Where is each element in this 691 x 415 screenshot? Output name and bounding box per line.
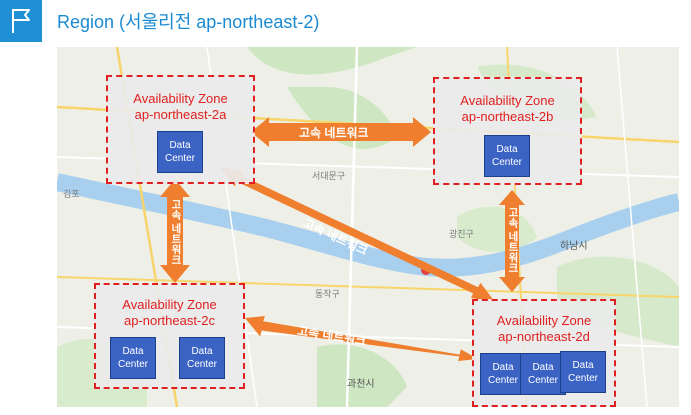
zone-title: Availability Zone bbox=[122, 297, 217, 312]
zone-subtitle: ap-northeast-2c bbox=[123, 313, 216, 328]
zone-subtitle: ap-northeast-2d bbox=[498, 329, 590, 344]
data-center: Data Center bbox=[157, 131, 203, 173]
data-center: Data Center bbox=[179, 337, 225, 379]
zone-title: Availability Zone bbox=[133, 91, 228, 106]
link-arrow-ad bbox=[220, 167, 495, 302]
zone-title: Availability Zone bbox=[496, 313, 592, 328]
zone-title: Availability Zone bbox=[460, 93, 555, 108]
flag-icon bbox=[0, 0, 42, 42]
availability-zone-2b: Availability Zone ap-northeast-2b Data Ce… bbox=[433, 77, 582, 185]
link-label-bd: 고속 네트워크 bbox=[507, 207, 519, 273]
zone-subtitle: ap-northeast-2b bbox=[461, 109, 554, 124]
page-title: Region (서울리전 ap-northeast-2) bbox=[57, 12, 320, 32]
region-map: 김포 서대문구 동작구 광진구 하남시 과천시 고속 네트워크 고속 네트워크 … bbox=[57, 47, 679, 407]
data-center: Data Center bbox=[484, 135, 530, 177]
data-center: Data Center bbox=[560, 351, 606, 393]
availability-zone-2c: Availability Zone ap-northeast-2c Data Ce… bbox=[94, 283, 245, 389]
data-center: Data Center bbox=[110, 337, 156, 379]
availability-zone-2a: Availability Zone ap-northeast-2a Data Ce… bbox=[106, 75, 255, 184]
link-label-ab: 고속 네트워크 bbox=[299, 126, 369, 140]
availability-zone-2d: Availability Zone ap-northeast-2d Data Ce… bbox=[472, 299, 616, 407]
link-label-ac: 고속 네트워크 bbox=[170, 199, 182, 265]
zone-subtitle: ap-northeast-2a bbox=[134, 107, 227, 122]
